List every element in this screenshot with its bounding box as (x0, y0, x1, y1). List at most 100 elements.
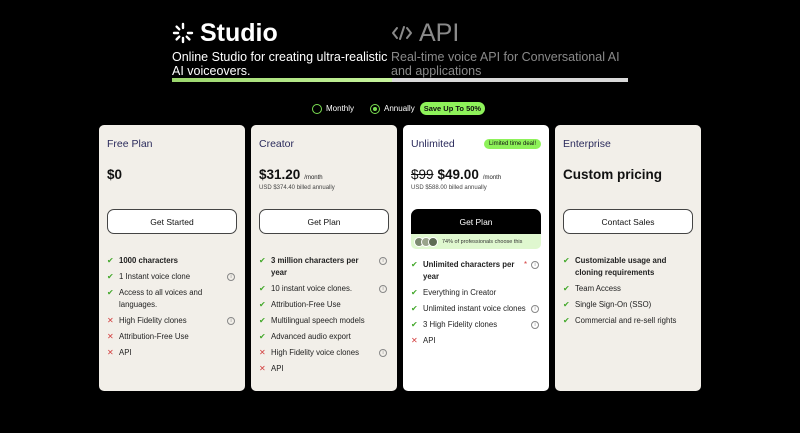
studio-active-indicator (172, 78, 392, 82)
cross-icon: ✕ (259, 364, 266, 373)
feature-list: ✔ Customizable usage and cloning requirem… (563, 255, 693, 327)
check-icon: ✔ (107, 256, 114, 265)
product-tabs: Studio Online Studio for creating ultra-… (172, 18, 628, 83)
social-proof-text: 74% of professionals choose this (442, 238, 523, 245)
check-icon: ✔ (259, 256, 266, 265)
billing-toggle: Monthly Annually Save Up To 50% (312, 102, 486, 115)
feature-item: ✔ Unlimited characters per year * i (411, 259, 541, 283)
api-tab-indicator (392, 78, 628, 82)
info-icon[interactable]: i (379, 349, 387, 357)
feature-item: ✔ 1000 characters (107, 255, 237, 267)
feature-item: ✔ Unlimited instant voice clones i (411, 303, 541, 315)
contact-sales-button[interactable]: Contact Sales (563, 209, 693, 234)
feature-item: ✕ API (259, 363, 389, 375)
studio-description: Online Studio for creating ultra-realist… (172, 50, 388, 78)
check-icon: ✔ (411, 320, 418, 329)
plan-card-free: Free Plan $0 Get Started ✔ 1000 character… (99, 125, 245, 391)
billed-note: USD $588.00 billed annually (411, 185, 487, 191)
info-icon[interactable]: i (379, 285, 387, 293)
feature-item: ✕ High Fidelity voice clones i (259, 347, 389, 359)
plan-header: Unlimited Limited time deal! (411, 137, 541, 151)
monthly-label: Monthly (326, 104, 355, 113)
required-asterisk: * (523, 260, 527, 269)
feature-list: ✔ Unlimited characters per year * i ✔ Everyt… (411, 259, 541, 347)
feature-text: High Fidelity clones (119, 316, 187, 325)
info-icon[interactable]: i (227, 273, 235, 281)
check-icon: ✔ (107, 288, 114, 297)
api-title-row: API (391, 18, 628, 48)
feature-item: ✔ 1 Instant voice clone i (107, 271, 237, 283)
plan-price: $0 (107, 167, 123, 182)
info-icon[interactable]: i (227, 317, 235, 325)
price-row: $31.20 /month (259, 167, 389, 183)
billing-option-annually[interactable]: Annually (370, 103, 415, 114)
feature-text: Unlimited instant voice clones (423, 304, 526, 313)
studio-tab[interactable]: Studio Online Studio for creating ultra-… (172, 18, 392, 78)
api-tab[interactable]: API Real-time voice API for Conversation… (391, 18, 628, 78)
feature-item: ✔ 3 High Fidelity clones i (411, 319, 541, 331)
feature-text: Attribution-Free Use (271, 300, 341, 309)
code-brackets-icon (392, 26, 412, 40)
plan-name: Unlimited (411, 138, 455, 150)
plan-price: $49.00 (437, 167, 479, 182)
feature-item: ✕ API (107, 347, 237, 359)
feature-text: High Fidelity voice clones (271, 348, 359, 357)
info-icon[interactable]: i (379, 257, 387, 265)
annually-radio[interactable] (370, 103, 381, 114)
save-badge: Save Up To 50% (419, 102, 486, 115)
feature-text: 10 instant voice clones. (271, 284, 353, 293)
avatar-group (414, 236, 438, 247)
feature-text: 1 Instant voice clone (119, 272, 191, 281)
feature-text: Single Sign-On (SSO) (575, 300, 652, 309)
price-period: /month (482, 175, 502, 181)
cross-icon: ✕ (107, 348, 114, 357)
loader-spark-icon (172, 22, 194, 44)
info-icon[interactable]: i (531, 261, 539, 269)
feature-item: ✔ Single Sign-On (SSO) (563, 299, 693, 311)
price-row: Custom pricing (563, 167, 693, 183)
annually-label: Annually (384, 104, 415, 113)
info-icon[interactable]: i (531, 305, 539, 313)
price-row: $0 (107, 167, 237, 183)
cross-icon: ✕ (107, 316, 114, 325)
get-plan-button[interactable]: Get Plan (411, 209, 541, 234)
feature-item: ✔ Advanced audio export (259, 331, 389, 343)
feature-list: ✔ 1000 characters ✔ 1 Instant voice clone i ✔… (107, 255, 237, 359)
info-icon[interactable]: i (531, 321, 539, 329)
check-icon: ✔ (563, 300, 570, 309)
feature-item: ✕ Attribution-Free Use (107, 331, 237, 343)
feature-text: Attribution-Free Use (119, 332, 189, 341)
check-icon: ✔ (259, 332, 266, 341)
plan-header: Creator (259, 137, 389, 151)
feature-item: ✔ Access to all voices and languages. (107, 287, 237, 311)
monthly-radio[interactable] (312, 103, 322, 114)
get-started-button[interactable]: Get Started (107, 209, 237, 234)
check-icon: ✔ (411, 288, 418, 297)
billed-note: USD $374.40 billed annually (259, 185, 335, 191)
feature-text: Access to all voices and languages. (119, 288, 203, 309)
feature-text: API (423, 336, 436, 345)
cross-icon: ✕ (411, 336, 418, 345)
feature-text: Advanced audio export (271, 332, 351, 341)
plan-card-creator: Creator $31.20 /month USD $374.40 billed… (251, 125, 397, 391)
plan-name: Enterprise (563, 138, 611, 150)
feature-list: ✔ 3 million characters per year i ✔ 10 insta… (259, 255, 389, 375)
feature-text: 1000 characters (119, 256, 178, 265)
billing-option-monthly[interactable]: Monthly (312, 103, 355, 114)
price-row: $99 $49.00 /month (411, 167, 541, 183)
feature-item: ✔ Commercial and re-sell rights (563, 315, 693, 327)
feature-item: ✔ Team Access (563, 283, 693, 295)
feature-item: ✔ 3 million characters per year i (259, 255, 389, 279)
check-icon: ✔ (107, 272, 114, 281)
check-icon: ✔ (411, 260, 418, 269)
plan-header: Free Plan (107, 137, 237, 151)
studio-title: Studio (200, 19, 278, 47)
feature-text: API (119, 348, 132, 357)
feature-text: Everything in Creator (423, 288, 497, 297)
get-plan-button[interactable]: Get Plan (259, 209, 389, 234)
feature-item: ✔ Customizable usage and cloning requirem… (563, 255, 693, 279)
avatar (428, 236, 438, 247)
api-description: Real-time voice API for Conversational A… (391, 50, 620, 78)
feature-text: Customizable usage and cloning requireme… (575, 256, 667, 277)
check-icon: ✔ (259, 300, 266, 309)
